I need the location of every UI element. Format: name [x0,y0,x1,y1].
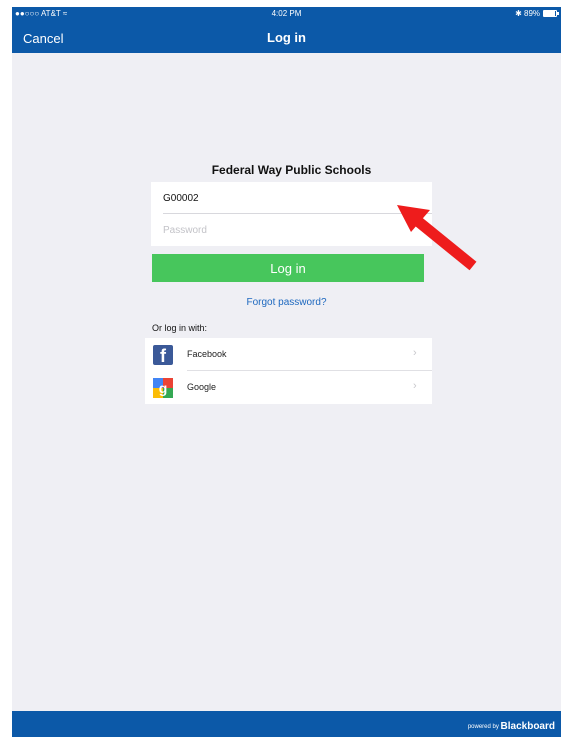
login-button[interactable]: Log in [152,254,424,282]
google-label: Google [187,382,217,392]
page-title: Log in [267,30,306,45]
facebook-label: Facebook [187,349,227,359]
footer-bar: powered by Blackboard [12,711,561,737]
blackboard-logo: Blackboard [500,721,555,732]
google-icon: g [153,378,173,398]
social-login-heading: Or log in with: [152,323,208,333]
status-time: 4:02 PM [271,9,302,18]
powered-by-text: powered by [467,724,499,730]
social-login-list: f Facebook › g Google › [145,338,432,404]
battery-status: ✱ 89% [515,7,559,20]
battery-text: ✱ 89% [515,9,540,18]
top-bar: ●●○○○ AT&T ≈ 4:02 PM ✱ 89% Cancel Log in [12,7,561,53]
red-arrow-annotation [397,205,477,271]
battery-fill [544,11,555,16]
google-login-button[interactable]: g Google › [145,371,432,404]
facebook-login-button[interactable]: f Facebook › [145,338,432,371]
app-screen: ●●○○○ AT&T ≈ 4:02 PM ✱ 89% Cancel Log in… [12,7,561,737]
facebook-icon: f [153,345,173,365]
battery-icon [543,10,559,17]
forgot-password-link[interactable]: Forgot password? [151,297,422,308]
status-bar: ●●○○○ AT&T ≈ 4:02 PM ✱ 89% [12,7,561,20]
school-name: Federal Way Public Schools [211,163,372,177]
chevron-right-icon: › [413,380,417,392]
powered-by-blackboard: powered by Blackboard [467,720,555,732]
chevron-right-icon: › [413,347,417,359]
svg-text:g: g [159,380,168,396]
